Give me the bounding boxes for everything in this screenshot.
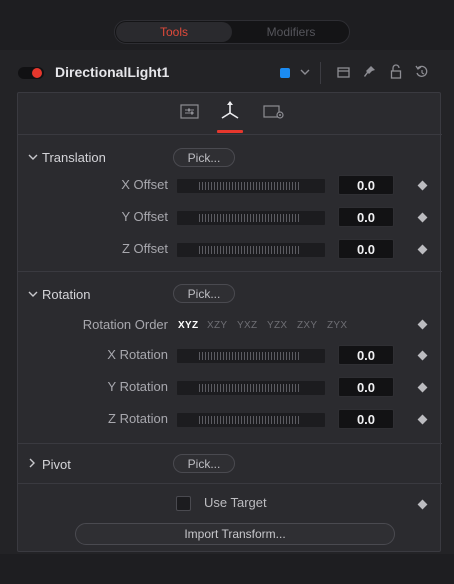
z-rotation-keyframe-icon[interactable] — [417, 414, 428, 425]
y-offset-slider[interactable] — [177, 211, 325, 225]
lock-icon[interactable] — [389, 62, 403, 87]
chevron-down-icon[interactable] — [299, 62, 311, 89]
node-enable-toggle[interactable] — [18, 67, 44, 79]
z-rotation-label: Z Rotation — [108, 411, 168, 426]
inspector-tabbar — [18, 93, 442, 135]
y-rotation-label: Y Rotation — [107, 379, 168, 394]
z-offset-keyframe-icon[interactable] — [417, 244, 428, 255]
rotation-order-zxy[interactable]: ZXY — [297, 320, 317, 331]
pivot-header[interactable]: Pivot — [28, 457, 71, 472]
rotation-order-keyframe-icon[interactable] — [417, 319, 428, 330]
translation-pick-button[interactable]: Pick... — [173, 148, 235, 167]
controls-tab-icon[interactable] — [179, 103, 201, 121]
rotation-header[interactable]: Rotation — [28, 287, 90, 302]
y-offset-label: Y Offset — [121, 209, 169, 224]
header-divider — [320, 62, 321, 84]
pivot-pick-button[interactable]: Pick... — [173, 454, 235, 473]
y-offset-input[interactable]: 0.0 — [338, 207, 394, 227]
tool-mode-bar: Tools Modifiers — [0, 0, 454, 50]
use-target-keyframe-icon[interactable] — [417, 499, 428, 510]
rotation-order-label: Rotation Order — [82, 317, 168, 332]
inspector-body: Translation Pick... X Offset 0.0 Y Offse… — [17, 92, 442, 552]
transform-tab-icon[interactable] — [219, 100, 241, 119]
section-divider — [18, 483, 442, 484]
y-offset-keyframe-icon[interactable] — [417, 212, 428, 223]
x-offset-slider[interactable] — [177, 179, 325, 193]
node-name: DirectionalLight1 — [55, 64, 170, 80]
node-color-swatch[interactable] — [280, 68, 290, 78]
rotation-order-zyx[interactable]: ZYX — [327, 320, 347, 331]
rotation-order-xyz[interactable]: XYZ — [178, 320, 198, 331]
active-tab-indicator — [217, 130, 243, 133]
rotation-order-yxz[interactable]: YXZ — [237, 320, 257, 331]
section-divider — [18, 443, 442, 444]
x-offset-keyframe-icon[interactable] — [417, 180, 428, 191]
x-offset-label: X Offset — [121, 177, 168, 192]
chevron-right-icon — [28, 458, 42, 471]
panel-footer — [0, 554, 454, 584]
x-rotation-slider[interactable] — [177, 349, 325, 363]
chevron-down-icon — [28, 152, 42, 164]
z-offset-input[interactable]: 0.0 — [338, 239, 394, 259]
window-icon[interactable] — [336, 62, 352, 87]
rotation-title: Rotation — [42, 287, 91, 302]
rotation-order-yzx[interactable]: YZX — [267, 320, 287, 331]
toggle-indicator — [32, 68, 42, 78]
use-target-checkbox[interactable] — [176, 496, 191, 511]
import-transform-button[interactable]: Import Transform... — [75, 523, 395, 545]
chevron-down-icon — [28, 289, 42, 301]
use-target-label: Use Target — [204, 495, 267, 510]
x-rotation-label: X Rotation — [107, 347, 168, 362]
z-rotation-input[interactable]: 0.0 — [338, 409, 394, 429]
tools-tab[interactable]: Tools — [116, 22, 232, 42]
inspector-panel: Tools Modifiers DirectionalLight1 Transl… — [0, 0, 454, 584]
reset-icon[interactable] — [414, 62, 430, 87]
tools-modifiers-switch: Tools Modifiers — [114, 20, 350, 44]
section-divider — [18, 271, 442, 272]
pin-icon[interactable] — [362, 62, 378, 87]
translation-header[interactable]: Translation — [28, 150, 106, 165]
x-rotation-input[interactable]: 0.0 — [338, 345, 394, 365]
y-rotation-slider[interactable] — [177, 381, 325, 395]
x-rotation-keyframe-icon[interactable] — [417, 350, 428, 361]
settings-tab-icon[interactable] — [262, 103, 284, 121]
translation-title: Translation — [42, 150, 106, 165]
y-rotation-input[interactable]: 0.0 — [338, 377, 394, 397]
z-offset-slider[interactable] — [177, 243, 325, 257]
z-rotation-slider[interactable] — [177, 413, 325, 427]
pivot-title: Pivot — [42, 457, 71, 472]
y-rotation-keyframe-icon[interactable] — [417, 382, 428, 393]
z-offset-label: Z Offset — [122, 241, 168, 256]
modifiers-tab[interactable]: Modifiers — [233, 21, 349, 43]
rotation-pick-button[interactable]: Pick... — [173, 284, 235, 303]
rotation-order-xzy[interactable]: XZY — [207, 320, 227, 331]
x-offset-input[interactable]: 0.0 — [338, 175, 394, 195]
